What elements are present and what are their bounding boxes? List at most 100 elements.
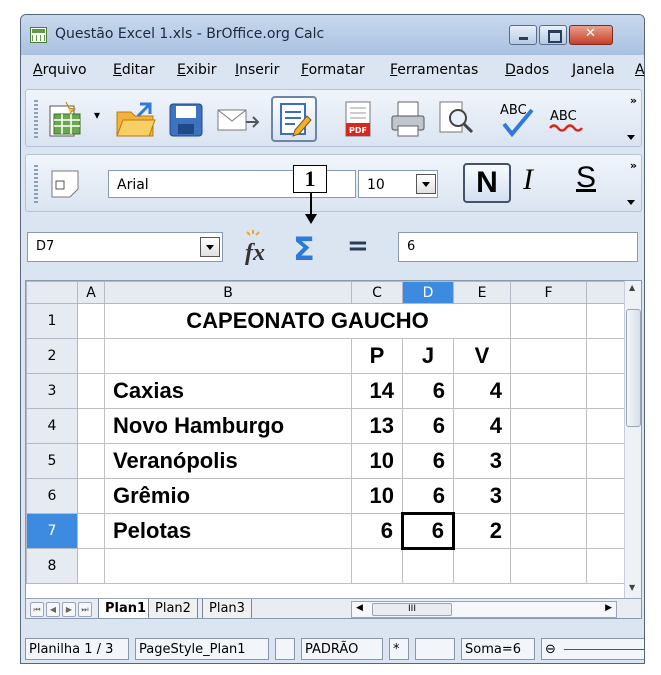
cell[interactable]: 4 [453,408,511,444]
cell[interactable]: 6 [402,408,454,444]
cell[interactable] [586,408,627,444]
zoom-out-icon[interactable]: ⊖ [545,642,556,657]
name-box[interactable]: D7 [27,232,223,262]
horizontal-scrollbar[interactable]: ◀ III ▶ [351,601,617,618]
cell[interactable]: Novo Hamburgo [104,408,352,444]
tab-plan3[interactable]: Plan3 [202,599,252,618]
column-header-e[interactable]: E [453,281,511,304]
cell[interactable] [586,443,627,479]
cell[interactable] [402,548,454,584]
cell[interactable] [77,408,105,444]
cell[interactable]: Veranópolis [104,443,352,479]
cell[interactable] [77,338,105,374]
toolbar-overflow-icon[interactable]: » [630,94,637,107]
export-pdf-icon[interactable]: PDF [342,100,376,140]
toolbar-options-icon[interactable] [627,200,635,205]
email-icon[interactable] [216,104,260,136]
menu-ferramentas[interactable]: Ferramentas [390,62,478,78]
cell[interactable] [510,373,587,409]
select-all-corner[interactable] [26,281,78,304]
styles-icon[interactable] [48,167,88,201]
cell[interactable] [586,548,627,584]
spellcheck-icon[interactable]: ABC [496,98,540,140]
cell[interactable] [510,548,587,584]
menu-inserir[interactable]: Inserir [235,62,279,78]
row-header-selected[interactable]: 7 [26,513,78,549]
cell[interactable]: 6 [351,513,403,549]
cell[interactable] [510,443,587,479]
print-icon[interactable] [388,100,428,140]
cell[interactable]: 6 [402,478,454,514]
formula-input[interactable]: 6 [398,232,638,262]
next-sheet-icon[interactable]: ▶ [62,602,76,617]
last-sheet-icon[interactable]: ⏭ [78,602,92,617]
status-insert-mode[interactable]: PADRÃO [301,638,383,660]
cell[interactable]: Pelotas [104,513,352,549]
first-sheet-icon[interactable]: ⏮ [30,602,44,617]
scroll-down-icon[interactable]: ▼ [629,583,635,592]
tab-plan1[interactable]: Plan1 [98,599,154,618]
row-header[interactable]: 6 [26,478,78,514]
cell[interactable]: 14 [351,373,403,409]
save-icon[interactable] [168,102,206,138]
row-header[interactable]: 8 [26,548,78,584]
toolbar-options-icon[interactable] [627,135,635,140]
horizontal-scroll-thumb[interactable]: III [372,603,452,616]
function-wizard-icon[interactable]: fx [239,226,283,268]
row-header[interactable]: 3 [26,373,78,409]
cell[interactable] [586,513,627,549]
cell[interactable]: 2 [453,513,511,549]
prev-sheet-icon[interactable]: ◀ [46,602,60,617]
cell[interactable]: J [402,338,454,374]
new-dropdown-chevron[interactable]: ▾ [94,108,100,122]
tab-plan2[interactable]: Plan2 [148,599,198,618]
cell[interactable]: P [351,338,403,374]
autospellcheck-icon[interactable]: ABC [546,98,590,140]
name-box-dropdown[interactable] [200,237,220,257]
menu-overflow[interactable]: A [635,62,644,78]
italic-button[interactable]: I [523,163,533,197]
cell[interactable] [77,373,105,409]
cell[interactable] [510,513,587,549]
cell[interactable]: 10 [351,478,403,514]
row-header[interactable]: 4 [26,408,78,444]
cell[interactable]: 6 [402,373,454,409]
toolbar-overflow-icon[interactable]: » [630,159,637,172]
zoom-slider[interactable]: ⊖ [541,638,644,660]
column-header-f[interactable]: F [510,281,587,304]
cell[interactable] [104,548,352,584]
close-button[interactable] [569,25,613,45]
cell[interactable]: 10 [351,443,403,479]
cell[interactable] [104,338,352,374]
cell[interactable] [351,548,403,584]
cell[interactable]: V [453,338,511,374]
page-preview-icon[interactable] [436,100,476,140]
menu-janela[interactable]: Janela [572,62,615,78]
column-header-d[interactable]: D [402,281,454,304]
menu-arquivo[interactable]: Arquivo [33,62,87,78]
cell[interactable] [77,548,105,584]
open-folder-icon[interactable] [114,100,158,140]
scroll-right-icon[interactable]: ▶ [605,603,612,613]
menu-exibir[interactable]: Exibir [177,62,217,78]
cell[interactable] [453,548,511,584]
cell[interactable]: 4 [453,373,511,409]
menu-editar[interactable]: Editar [113,62,154,78]
minimize-button[interactable] [509,25,537,45]
cell[interactable] [586,338,627,374]
cell[interactable]: 3 [453,443,511,479]
cell[interactable] [510,408,587,444]
scroll-left-icon[interactable]: ◀ [356,603,363,613]
row-header[interactable]: 2 [26,338,78,374]
zoom-track[interactable] [564,649,644,650]
row-header[interactable]: 1 [26,303,78,339]
new-document-icon[interactable] [44,100,88,140]
row-header[interactable]: 5 [26,443,78,479]
bold-button[interactable]: N [463,163,511,203]
column-header-g[interactable] [586,281,627,304]
cell[interactable] [510,303,587,339]
status-selection-mode[interactable] [415,638,455,660]
cell[interactable] [77,513,105,549]
menu-dados[interactable]: Dados [505,62,549,78]
cell[interactable] [77,303,105,339]
